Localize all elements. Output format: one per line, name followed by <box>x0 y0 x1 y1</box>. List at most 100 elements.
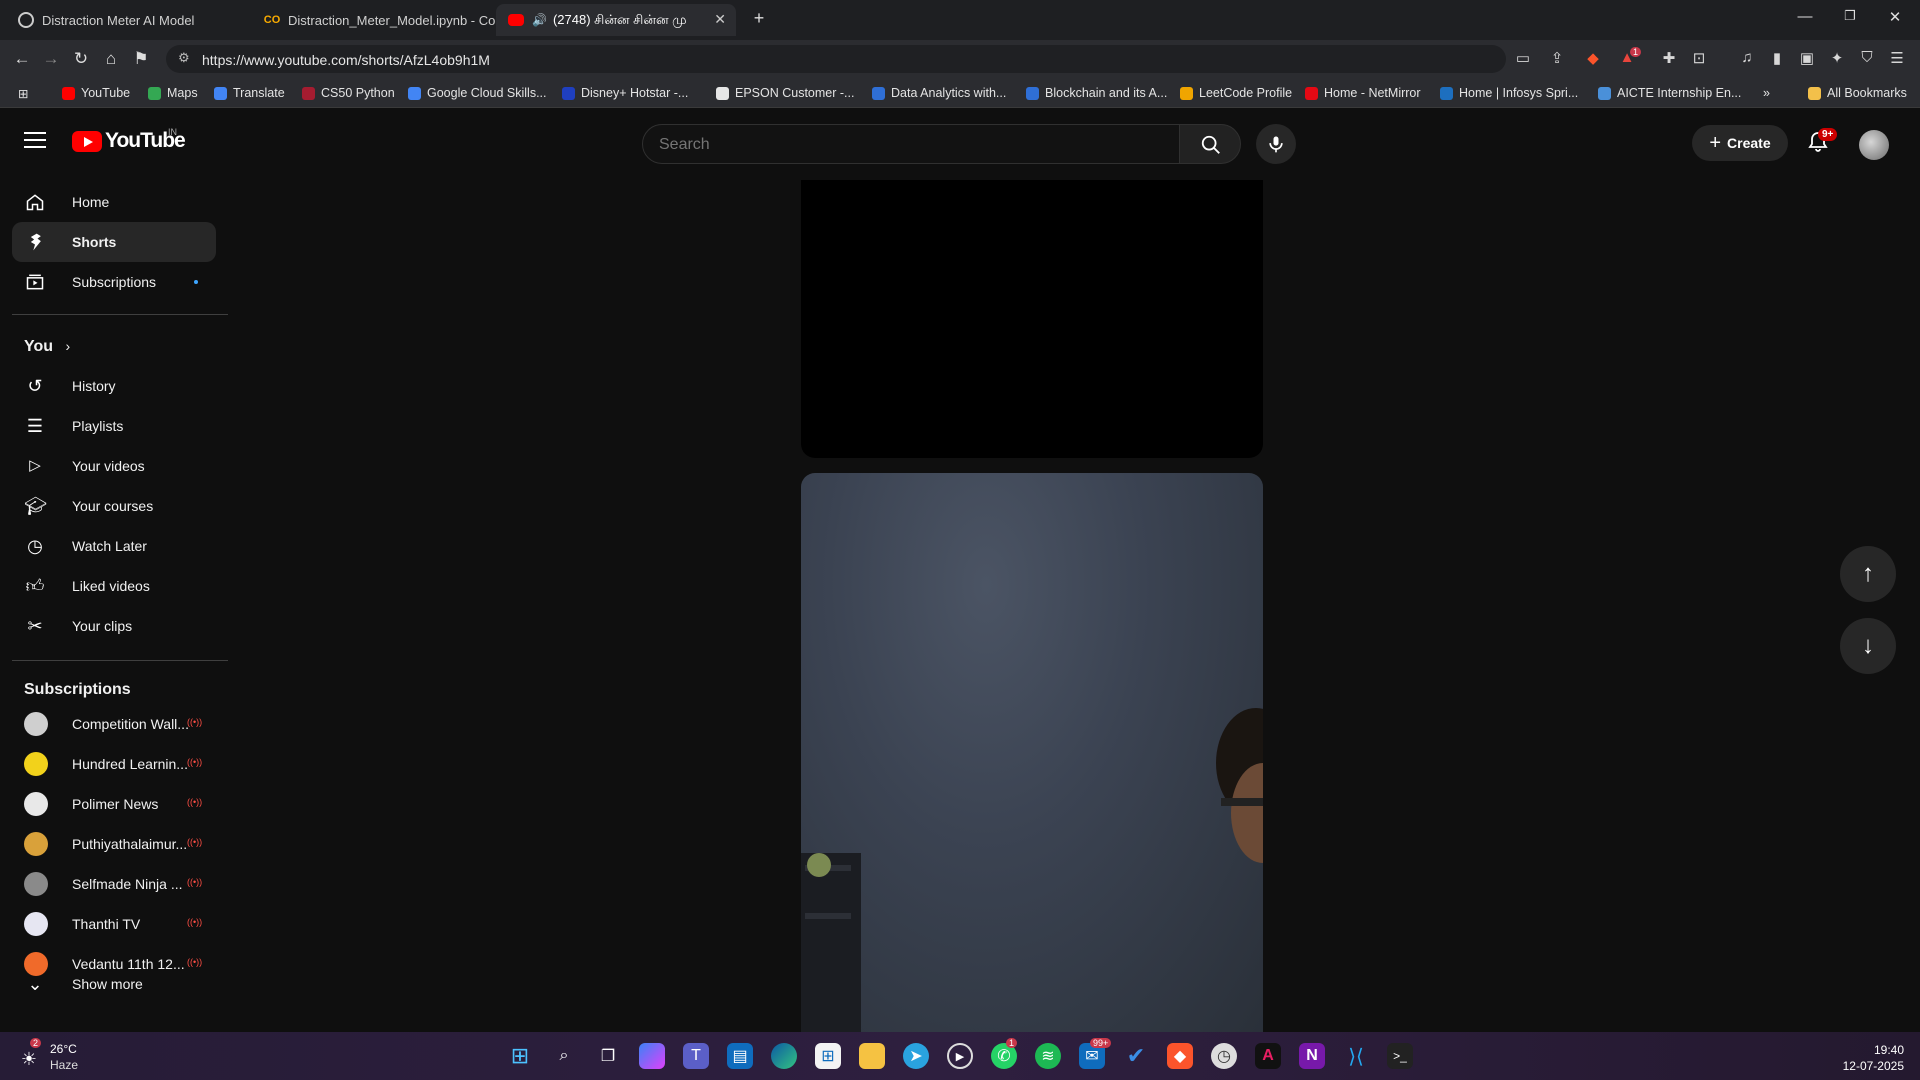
terminal-icon[interactable]: >_ <box>1387 1043 1413 1069</box>
bookmark-icon[interactable]: ⚑ <box>130 49 152 69</box>
sidebar-item-playlists[interactable]: ☰ Playlists <box>12 406 216 446</box>
vpn-icon[interactable]: ⛉ <box>1856 49 1878 66</box>
widgets-icon[interactable]: ▤ <box>727 1043 753 1069</box>
site-info-icon[interactable]: ⚙ <box>178 50 190 66</box>
voice-search-button[interactable] <box>1256 124 1296 164</box>
audio-playing-icon[interactable]: 🔊 <box>532 13 547 27</box>
reload-icon[interactable]: ↻ <box>70 49 92 69</box>
todo-icon[interactable]: ✔ <box>1123 1043 1149 1069</box>
media-player-icon[interactable]: ▶ <box>947 1043 973 1069</box>
subscription-channel-item[interactable]: Polimer News ((•)) <box>12 784 216 824</box>
search-button[interactable] <box>1179 124 1241 164</box>
clock-time[interactable]: 19:40 <box>1834 1043 1904 1057</box>
edge-icon[interactable] <box>771 1043 797 1069</box>
media-control-icon[interactable]: ♫ <box>1736 49 1758 66</box>
sidebar-item-subscriptions[interactable]: Subscriptions <box>12 262 216 302</box>
sidebar-item-shorts[interactable]: Shorts <box>12 222 216 262</box>
weather-temperature[interactable]: 26°C <box>50 1042 77 1056</box>
leo-ai-icon[interactable]: ✦ <box>1826 49 1848 67</box>
apps-grid-icon[interactable]: ⊞ <box>18 86 28 101</box>
subscription-channel-item[interactable]: Competition Wall... ((•)) <box>12 704 216 744</box>
search-icon[interactable]: ⌕ <box>551 1043 577 1069</box>
teams-icon[interactable]: T <box>683 1043 709 1069</box>
bookmark-item[interactable]: Data Analytics with... <box>872 86 1006 100</box>
weather-condition[interactable]: Haze <box>50 1058 78 1072</box>
channel-name: Competition Wall... <box>72 716 189 732</box>
subscription-channel-item[interactable]: Thanthi TV ((•)) <box>12 904 216 944</box>
search-box[interactable] <box>642 124 1180 164</box>
subscription-channel-item[interactable]: Hundred Learnin... ((•)) <box>12 744 216 784</box>
bookmark-item[interactable]: Translate <box>214 86 285 100</box>
close-window-button[interactable]: ✕ <box>1880 8 1910 26</box>
minimize-button[interactable]: — <box>1790 8 1820 25</box>
bookmark-item[interactable]: YouTube <box>62 86 130 100</box>
sidebar-item-your-videos[interactable]: ▷ Your videos <box>12 446 216 486</box>
more-bookmarks-icon[interactable]: » <box>1763 86 1770 100</box>
wallet-icon[interactable]: ▣ <box>1796 49 1818 67</box>
previous-short-video[interactable] <box>801 180 1263 458</box>
copilot-icon[interactable] <box>639 1043 665 1069</box>
brave-browser-icon[interactable]: ◆ <box>1167 1043 1193 1069</box>
bookmark-item[interactable]: Home | Infosys Spri... <box>1440 86 1578 100</box>
show-more-button[interactable]: ⌄ Show more <box>12 964 216 1004</box>
telegram-icon[interactable]: ➤ <box>903 1043 929 1069</box>
subscription-channel-item[interactable]: Selfmade Ninja ... ((•)) <box>12 864 216 904</box>
vscode-icon[interactable]: ⟩⟨ <box>1343 1043 1369 1069</box>
bookmark-item[interactable]: Maps <box>148 86 198 100</box>
task-view-icon[interactable]: ❐ <box>595 1043 621 1069</box>
guide-menu-icon[interactable] <box>24 132 46 148</box>
back-icon[interactable]: ← <box>11 49 33 69</box>
bookmark-item[interactable]: AICTE Internship En... <box>1598 86 1741 100</box>
tab-colab-notebook[interactable]: CO Distraction_Meter_Model.ipynb - Col <box>252 4 496 36</box>
subscription-channel-item[interactable]: Puthiyathalaimur... ((•)) <box>12 824 216 864</box>
bookmark-item[interactable]: EPSON Customer -... <box>716 86 854 100</box>
previous-short-button[interactable]: ↑ <box>1840 546 1896 602</box>
sidebar-item-watch-later[interactable]: ◷ Watch Later <box>12 526 216 566</box>
weather-icon[interactable]: ☀ <box>16 1046 42 1072</box>
file-explorer-icon[interactable] <box>859 1043 885 1069</box>
bookmark-item[interactable]: Blockchain and its A... <box>1026 86 1167 100</box>
new-tab-button[interactable]: + <box>744 8 774 29</box>
address-bar[interactable]: ⚙ https://www.youtube.com/shorts/AfzL4ob… <box>166 45 1506 73</box>
short-video-player[interactable] <box>801 473 1263 1033</box>
next-short-button[interactable]: ↓ <box>1840 618 1896 674</box>
brave-shields-icon[interactable]: ◆ <box>1582 49 1604 67</box>
clock-app-icon[interactable]: ◷ <box>1211 1043 1237 1069</box>
bookmark-item[interactable]: Home - NetMirror <box>1305 86 1421 100</box>
home-icon[interactable]: ⌂ <box>100 49 122 69</box>
onenote-icon[interactable]: N <box>1299 1043 1325 1069</box>
sidebar-item-your-clips[interactable]: ✂ Your clips <box>12 606 216 646</box>
all-bookmarks-folder[interactable]: All Bookmarks <box>1808 86 1907 100</box>
bookmark-item[interactable]: LeetCode Profile <box>1180 86 1292 100</box>
sidebar-label: Show more <box>72 976 143 992</box>
search-input[interactable] <box>659 136 1139 154</box>
clock-date[interactable]: 12-07-2025 <box>1834 1059 1904 1073</box>
bookmark-item[interactable]: CS50 Python <box>302 86 395 100</box>
restore-button[interactable]: ❐ <box>1835 8 1865 24</box>
cast-icon[interactable]: ▭ <box>1512 49 1534 67</box>
windows-start-icon[interactable]: ⊞ <box>507 1043 533 1069</box>
sidebar-item-history[interactable]: ↺ History <box>12 366 216 406</box>
account-avatar[interactable] <box>1859 130 1889 160</box>
spotify-icon[interactable]: ≋ <box>1035 1043 1061 1069</box>
menu-icon[interactable]: ☰ <box>1886 49 1908 67</box>
extensions-icon[interactable]: ✚ <box>1658 49 1680 67</box>
share-icon[interactable]: ⇪ <box>1546 49 1568 67</box>
close-tab-icon[interactable]: ✕ <box>714 11 726 28</box>
tab-youtube-short[interactable]: 🔊 (2748) சின்ன சின்ன மு ✕ <box>496 4 736 36</box>
page-scrollbar[interactable] <box>1910 178 1920 1032</box>
sidebar-item-liked-videos[interactable]: 👍︎ Liked videos <box>12 566 216 606</box>
sidebar-item-home[interactable]: Home <box>12 182 216 222</box>
forward-icon[interactable]: → <box>40 49 62 69</box>
screenshot-icon[interactable]: ⊡ <box>1688 49 1710 67</box>
tab-distraction-meter[interactable]: Distraction Meter AI Model <box>6 4 250 36</box>
microsoft-store-icon[interactable]: ⊞ <box>815 1043 841 1069</box>
sidebar-item-your-courses[interactable]: 🎓︎ Your courses <box>12 486 216 526</box>
bookmark-item[interactable]: Disney+ Hotstar -... <box>562 86 688 100</box>
sidebar-toggle-icon[interactable]: ▮ <box>1766 49 1788 67</box>
you-section-link[interactable]: You › <box>24 338 70 356</box>
affinity-icon[interactable]: A <box>1255 1043 1281 1069</box>
create-button[interactable]: + Create <box>1692 125 1788 161</box>
url-text[interactable]: https://www.youtube.com/shorts/AfzL4ob9h… <box>202 52 490 68</box>
bookmark-item[interactable]: Google Cloud Skills... <box>408 86 547 100</box>
